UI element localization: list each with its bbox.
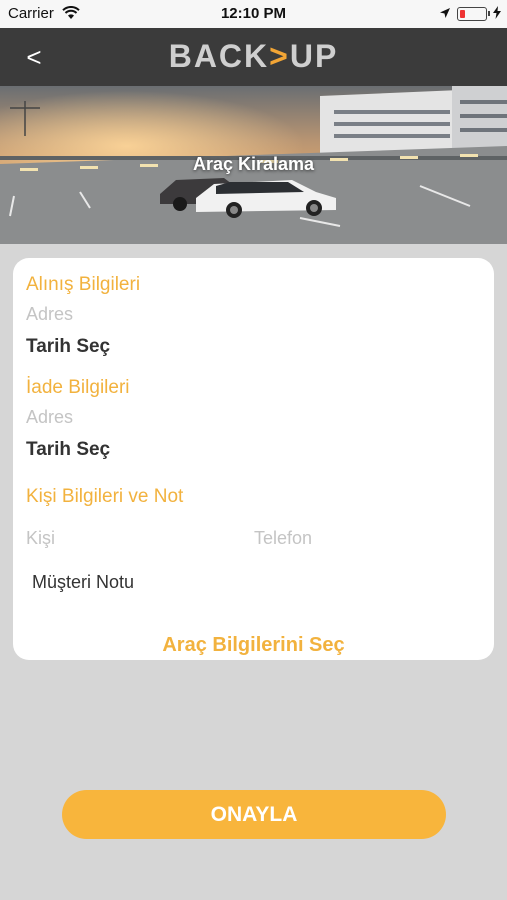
hero-title: Araç Kiralama xyxy=(192,154,315,174)
status-time: 12:10 PM xyxy=(220,5,287,22)
logo-left-text: BACK xyxy=(168,38,270,74)
confirm-button[interactable]: ONAYLA xyxy=(62,790,446,839)
pickup-date-button[interactable]: Tarih Seç xyxy=(26,336,110,358)
return-address-input[interactable]: Adres xyxy=(26,407,73,428)
logo-arrow-text: > xyxy=(269,38,290,74)
return-section-title: İade Bilgileri xyxy=(26,377,130,398)
select-car-info-button[interactable]: Araç Bilgilerini Seç xyxy=(13,634,494,657)
backup-logo: BACK>UP xyxy=(0,38,507,75)
person-section-title: Kişi Bilgileri ve Not xyxy=(26,486,184,507)
pickup-section-title: Alınış Bilgileri xyxy=(26,274,141,295)
location-arrow-icon xyxy=(439,6,451,23)
person-input[interactable]: Kişi xyxy=(26,528,55,549)
phone-input[interactable]: Telefon xyxy=(254,528,312,549)
pickup-address-input[interactable]: Adres xyxy=(26,304,73,325)
logo-right-text: UP xyxy=(289,38,339,74)
return-date-button[interactable]: Tarih Seç xyxy=(26,439,110,461)
charging-bolt-icon xyxy=(493,6,501,23)
battery-icon xyxy=(457,7,490,21)
navigation-bar: < BACK>UP xyxy=(0,28,507,86)
hero-banner: Araç Kiralama xyxy=(0,86,507,244)
customer-note-input[interactable]: Müşteri Notu xyxy=(32,572,134,593)
rental-form-card: Alınış Bilgileri Adres Tarih Seç İade Bi… xyxy=(13,258,494,660)
status-bar: Carrier 12:10 PM xyxy=(0,0,507,28)
